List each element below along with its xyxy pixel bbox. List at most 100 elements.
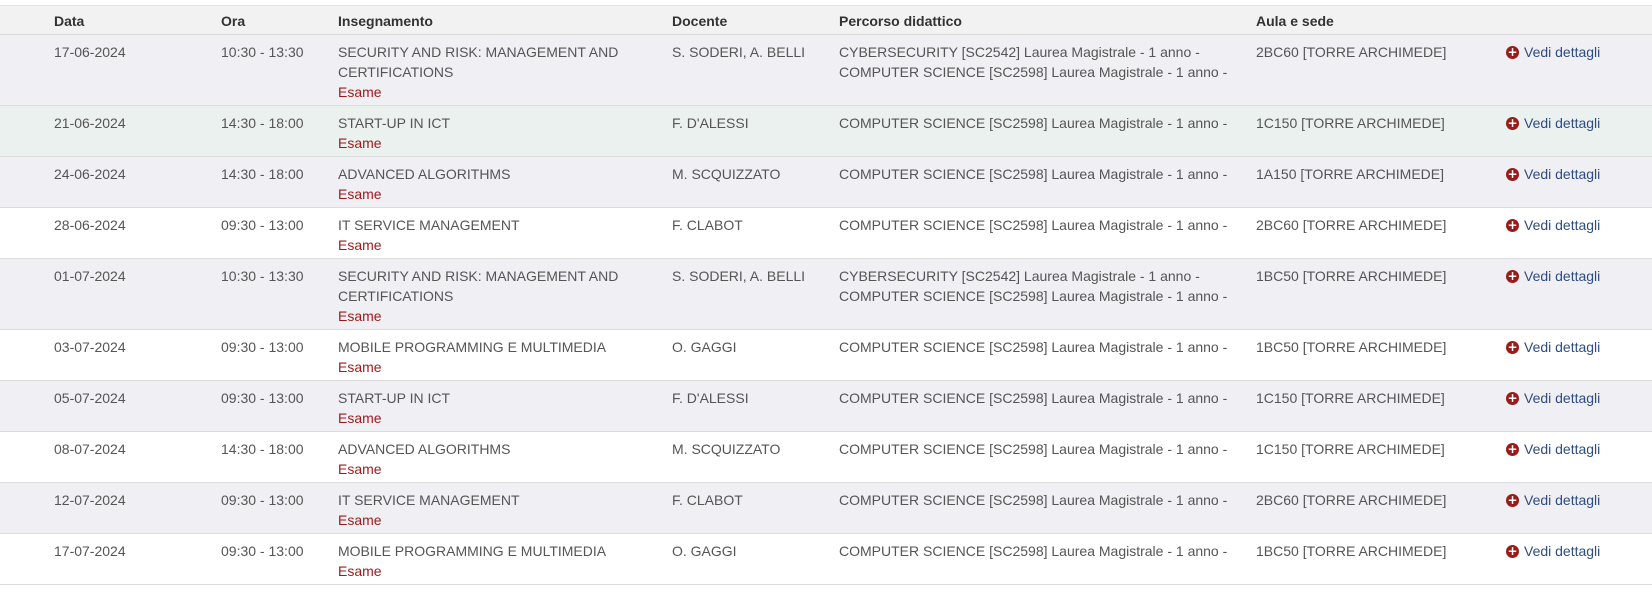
exam-type: Esame bbox=[338, 186, 382, 202]
study-path-line: CYBERSECURITY [SC2542] Laurea Magistrale… bbox=[839, 268, 1200, 284]
course-name-line: ADVANCED ALGORITHMS bbox=[338, 441, 511, 457]
table-row[interactable]: 24-06-2024 14:30 - 18:00 ADVANCED ALGORITH… bbox=[0, 157, 1652, 208]
room-location: 1C150 [TORRE ARCHIMEDE] bbox=[1256, 390, 1445, 406]
course-cell: START-UP IN ICT Esame bbox=[338, 388, 648, 428]
view-details-label: Vedi dettagli bbox=[1524, 166, 1601, 182]
room-location: 1BC50 [TORRE ARCHIMEDE] bbox=[1256, 543, 1447, 559]
header-time[interactable]: Ora bbox=[221, 13, 245, 29]
teacher-name: F. D'ALESSI bbox=[672, 115, 749, 131]
study-path-line: CYBERSECURITY [SC2542] Laurea Magistrale… bbox=[839, 44, 1200, 60]
header-room[interactable]: Aula e sede bbox=[1256, 13, 1334, 29]
exam-type: Esame bbox=[338, 308, 382, 324]
table-row[interactable]: 01-07-2024 10:30 - 13:30 SECURITY AND RISK… bbox=[0, 259, 1652, 330]
table-row[interactable]: 17-07-2024 09:30 - 13:00 MOBILE PROGRAMMIN… bbox=[0, 534, 1652, 585]
course-name-line: MOBILE PROGRAMMING E MULTIMEDIA bbox=[338, 543, 607, 559]
table-row[interactable]: 21-06-2024 14:30 - 18:00 START-UP IN ICT Es… bbox=[0, 106, 1652, 157]
study-path-line: COMPUTER SCIENCE [SC2598] Laurea Magistr… bbox=[839, 441, 1228, 457]
course-name-line: SECURITY AND RISK: MANAGEMENT AND bbox=[338, 44, 619, 60]
header-teacher[interactable]: Docente bbox=[672, 13, 727, 29]
view-details-link[interactable]: + Vedi dettagli bbox=[1506, 215, 1600, 235]
teacher-name: F. D'ALESSI bbox=[672, 390, 749, 406]
header-date[interactable]: Data bbox=[54, 13, 84, 29]
view-details-link[interactable]: + Vedi dettagli bbox=[1506, 490, 1600, 510]
study-path-line: COMPUTER SCIENCE [SC2598] Laurea Magistr… bbox=[839, 288, 1228, 304]
study-path-cell: CYBERSECURITY [SC2542] Laurea Magistrale… bbox=[839, 42, 1239, 82]
exam-date: 21-06-2024 bbox=[54, 115, 126, 131]
teacher-name: O. GAGGI bbox=[672, 543, 737, 559]
exam-time: 09:30 - 13:00 bbox=[221, 217, 304, 233]
exam-type: Esame bbox=[338, 135, 382, 151]
table-row[interactable]: 17-06-2024 10:30 - 13:30 SECURITY AND RISK… bbox=[0, 35, 1652, 106]
exam-time: 09:30 - 13:00 bbox=[221, 492, 304, 508]
room-location: 1BC50 [TORRE ARCHIMEDE] bbox=[1256, 339, 1447, 355]
plus-circle-icon: + bbox=[1506, 390, 1519, 405]
plus-circle-icon: + bbox=[1506, 492, 1519, 507]
exam-type: Esame bbox=[338, 84, 382, 100]
exam-time: 14:30 - 18:00 bbox=[221, 166, 304, 182]
exam-schedule-table: Data Ora Insegnamento Docente Percorso d… bbox=[0, 5, 1652, 585]
exam-time: 10:30 - 13:30 bbox=[221, 268, 304, 284]
view-details-link[interactable]: + Vedi dettagli bbox=[1506, 388, 1600, 408]
plus-circle-icon: + bbox=[1506, 339, 1519, 354]
course-name-line: SECURITY AND RISK: MANAGEMENT AND bbox=[338, 268, 619, 284]
table-row[interactable]: 12-07-2024 09:30 - 13:00 IT SERVICE MANAGE… bbox=[0, 483, 1652, 534]
view-details-link[interactable]: + Vedi dettagli bbox=[1506, 337, 1600, 357]
exam-date: 08-07-2024 bbox=[54, 441, 126, 457]
exam-date: 03-07-2024 bbox=[54, 339, 126, 355]
teacher-name: F. CLABOT bbox=[672, 492, 743, 508]
course-cell: MOBILE PROGRAMMING E MULTIMEDIA Esame bbox=[338, 337, 648, 377]
plus-circle-icon: + bbox=[1506, 115, 1519, 130]
teacher-name: S. SODERI, A. BELLI bbox=[672, 268, 806, 284]
course-name-line: IT SERVICE MANAGEMENT bbox=[338, 217, 520, 233]
table-body: 17-06-2024 10:30 - 13:30 SECURITY AND RISK… bbox=[0, 35, 1652, 585]
course-cell: ADVANCED ALGORITHMS Esame bbox=[338, 439, 648, 479]
course-name-line: MOBILE PROGRAMMING E MULTIMEDIA bbox=[338, 339, 607, 355]
header-path[interactable]: Percorso didattico bbox=[839, 13, 962, 29]
view-details-link[interactable]: + Vedi dettagli bbox=[1506, 439, 1600, 459]
view-details-label: Vedi dettagli bbox=[1524, 115, 1601, 131]
study-path-cell: COMPUTER SCIENCE [SC2598] Laurea Magistr… bbox=[839, 439, 1239, 459]
exam-time: 10:30 - 13:30 bbox=[221, 44, 304, 60]
table-row[interactable]: 08-07-2024 14:30 - 18:00 ADVANCED ALGORITH… bbox=[0, 432, 1652, 483]
view-details-label: Vedi dettagli bbox=[1524, 268, 1601, 284]
exam-date: 01-07-2024 bbox=[54, 268, 126, 284]
room-location: 2BC60 [TORRE ARCHIMEDE] bbox=[1256, 44, 1447, 60]
study-path-line: COMPUTER SCIENCE [SC2598] Laurea Magistr… bbox=[839, 390, 1228, 406]
study-path-cell: COMPUTER SCIENCE [SC2598] Laurea Magistr… bbox=[839, 388, 1239, 408]
table-row[interactable]: 05-07-2024 09:30 - 13:00 START-UP IN ICT Es… bbox=[0, 381, 1652, 432]
study-path-cell: COMPUTER SCIENCE [SC2598] Laurea Magistr… bbox=[839, 164, 1239, 184]
view-details-label: Vedi dettagli bbox=[1524, 44, 1601, 60]
view-details-link[interactable]: + Vedi dettagli bbox=[1506, 113, 1600, 133]
exam-type: Esame bbox=[338, 237, 382, 253]
study-path-cell: CYBERSECURITY [SC2542] Laurea Magistrale… bbox=[839, 266, 1239, 306]
view-details-label: Vedi dettagli bbox=[1524, 492, 1601, 508]
course-cell: SECURITY AND RISK: MANAGEMENT AND CERTIFI… bbox=[338, 266, 648, 326]
exam-type: Esame bbox=[338, 512, 382, 528]
room-location: 1C150 [TORRE ARCHIMEDE] bbox=[1256, 115, 1445, 131]
view-details-label: Vedi dettagli bbox=[1524, 543, 1601, 559]
plus-circle-icon: + bbox=[1506, 268, 1519, 283]
course-name-line: CERTIFICATIONS bbox=[338, 64, 454, 80]
table-row[interactable]: 28-06-2024 09:30 - 13:00 IT SERVICE MANAGE… bbox=[0, 208, 1652, 259]
exam-type: Esame bbox=[338, 563, 382, 579]
view-details-label: Vedi dettagli bbox=[1524, 441, 1601, 457]
course-name-line: START-UP IN ICT bbox=[338, 390, 451, 406]
exam-type: Esame bbox=[338, 461, 382, 477]
exam-date: 28-06-2024 bbox=[54, 217, 126, 233]
course-cell: ADVANCED ALGORITHMS Esame bbox=[338, 164, 648, 204]
view-details-link[interactable]: + Vedi dettagli bbox=[1506, 42, 1600, 62]
course-name-line: START-UP IN ICT bbox=[338, 115, 451, 131]
exam-time: 14:30 - 18:00 bbox=[221, 115, 304, 131]
study-path-line: COMPUTER SCIENCE [SC2598] Laurea Magistr… bbox=[839, 339, 1228, 355]
study-path-cell: COMPUTER SCIENCE [SC2598] Laurea Magistr… bbox=[839, 541, 1239, 561]
view-details-link[interactable]: + Vedi dettagli bbox=[1506, 541, 1600, 561]
study-path-line: COMPUTER SCIENCE [SC2598] Laurea Magistr… bbox=[839, 492, 1228, 508]
course-cell: MOBILE PROGRAMMING E MULTIMEDIA Esame bbox=[338, 541, 648, 581]
view-details-label: Vedi dettagli bbox=[1524, 390, 1601, 406]
teacher-name: O. GAGGI bbox=[672, 339, 737, 355]
view-details-link[interactable]: + Vedi dettagli bbox=[1506, 266, 1600, 286]
table-row[interactable]: 03-07-2024 09:30 - 13:00 MOBILE PROGRAMMIN… bbox=[0, 330, 1652, 381]
header-course[interactable]: Insegnamento bbox=[338, 13, 433, 29]
view-details-link[interactable]: + Vedi dettagli bbox=[1506, 164, 1600, 184]
view-details-label: Vedi dettagli bbox=[1524, 339, 1601, 355]
